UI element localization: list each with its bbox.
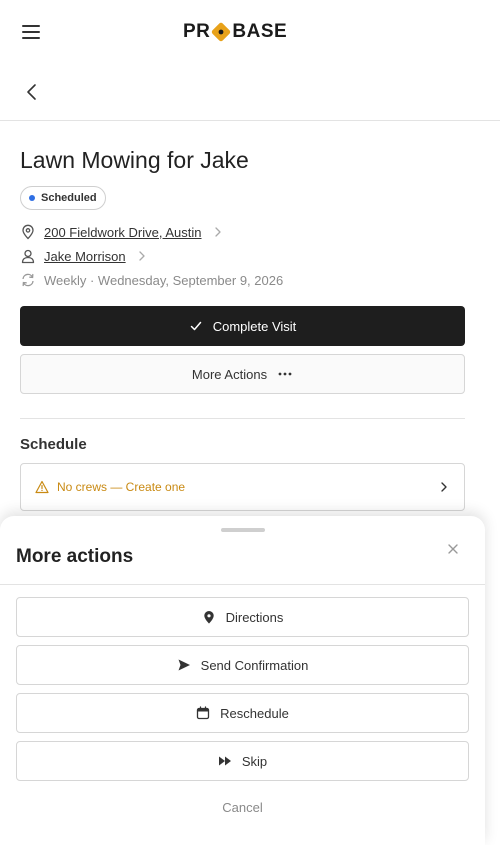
send-icon — [177, 658, 191, 672]
chevron-left-icon — [27, 84, 36, 100]
section-divider — [20, 418, 465, 419]
chevron-right-icon — [438, 481, 450, 493]
create-crew-card[interactable]: No crews — Create one — [20, 463, 465, 511]
logo-text-left: PR — [183, 21, 211, 42]
menu-icon-line — [22, 25, 40, 27]
menu-icon-line — [22, 31, 40, 33]
map-pin-icon — [202, 610, 216, 624]
back-row — [0, 64, 500, 121]
complete-visit-label: Complete Visit — [212, 318, 297, 334]
check-icon — [190, 321, 201, 331]
client-row[interactable]: Jake Morrison — [20, 246, 148, 266]
user-icon — [20, 248, 36, 264]
logo-text: PR BASE — [183, 21, 287, 43]
recurrence-row: Weekly · Wednesday, September 9, 2026 — [20, 270, 283, 290]
reschedule-button[interactable]: Reschedule — [16, 693, 469, 733]
skip-button[interactable]: Skip — [16, 741, 469, 781]
probase-logo: PR BASE — [183, 21, 287, 43]
close-button[interactable] — [444, 540, 462, 558]
menu-icon-line — [22, 37, 40, 39]
skip-label: Skip — [241, 753, 268, 769]
client-link[interactable]: Jake Morrison — [44, 249, 126, 264]
address-row[interactable]: 200 Fieldwork Drive, Austin — [20, 222, 224, 242]
logo-text-right: BASE — [232, 21, 288, 42]
reschedule-label: Reschedule — [220, 705, 289, 721]
menu-button[interactable] — [22, 22, 42, 42]
more-actions-button[interactable]: More Actions — [20, 354, 465, 394]
close-icon — [448, 544, 458, 554]
recurrence-text: Weekly · Wednesday, September 9, 2026 — [44, 272, 284, 288]
calendar-icon — [196, 706, 210, 720]
repeat-icon — [20, 272, 36, 288]
status-dot — [29, 195, 35, 201]
send-confirmation-label: Send Confirmation — [200, 657, 309, 673]
back-button[interactable] — [20, 80, 44, 104]
directions-label: Directions — [225, 609, 284, 625]
more-actions-label: More Actions — [191, 366, 268, 382]
sheet-title: More actions — [16, 546, 134, 567]
more-actions-sheet: More actions Directions Send Confirmatio… — [0, 516, 485, 845]
directions-button[interactable]: Directions — [16, 597, 469, 637]
fast-forward-icon — [218, 754, 232, 768]
chevron-right-icon — [212, 226, 224, 238]
complete-visit-button[interactable]: Complete Visit — [20, 306, 465, 346]
status-badge: Scheduled — [20, 186, 106, 210]
sheet-grabber[interactable] — [221, 528, 265, 532]
status-label: Scheduled — [41, 192, 97, 204]
sheet-divider — [0, 584, 485, 585]
schedule-title: Schedule — [20, 436, 87, 453]
logo-mark — [211, 21, 232, 43]
cancel-button[interactable]: Cancel — [0, 800, 485, 815]
chevron-right-icon — [136, 250, 148, 262]
map-pin-icon — [20, 224, 36, 240]
warning-icon — [35, 480, 49, 494]
top-bar: PR BASE — [0, 0, 500, 64]
more-horizontal-icon — [278, 372, 292, 376]
address-link[interactable]: 200 Fieldwork Drive, Austin — [44, 225, 202, 240]
crew-warning-text: No crews — Create one — [57, 480, 186, 494]
send-confirmation-button[interactable]: Send Confirmation — [16, 645, 469, 685]
page-title: Lawn Mowing for Jake — [20, 147, 249, 173]
